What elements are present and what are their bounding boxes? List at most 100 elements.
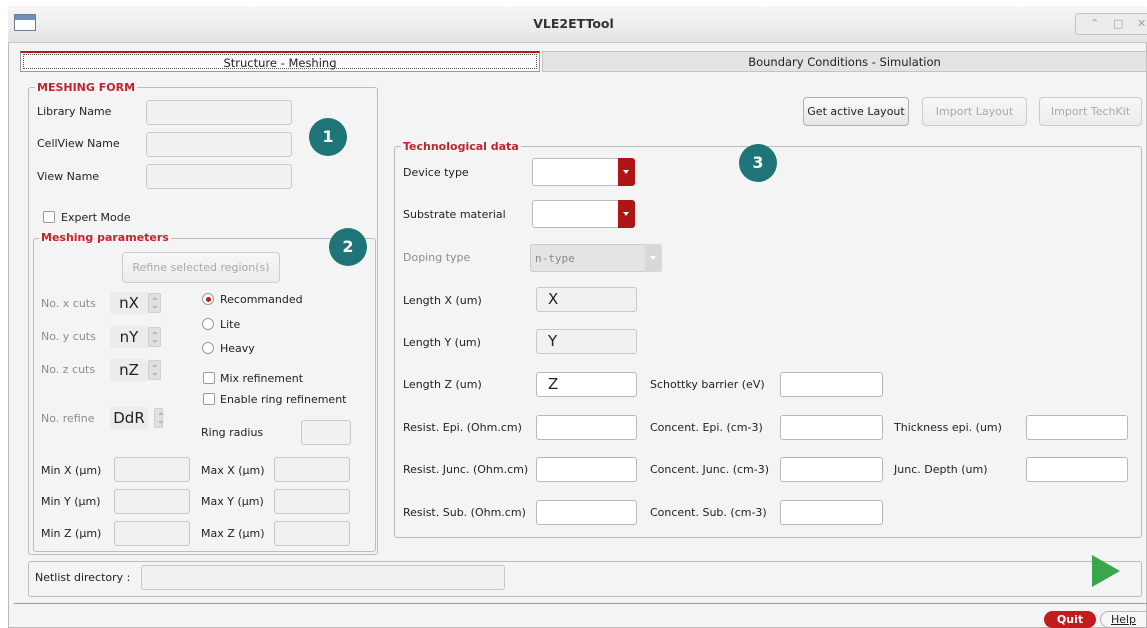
radio-lite[interactable]	[202, 318, 214, 330]
radio-lite-label: Lite	[220, 318, 241, 331]
refine-value[interactable]: DdR	[110, 407, 148, 429]
max-y-input[interactable]	[274, 489, 350, 514]
length-y-value: Y	[548, 332, 558, 350]
max-z-label: Max Z (µm)	[201, 527, 265, 540]
substrate-material-label: Substrate material	[403, 208, 506, 221]
tab-boundary-conditions[interactable]: Boundary Conditions - Simulation	[542, 51, 1147, 72]
maximize-icon[interactable]: ⌃	[1090, 17, 1099, 30]
length-z-label: Length Z (um)	[403, 378, 482, 391]
import-layout-button[interactable]: Import Layout	[922, 97, 1027, 126]
device-type-select[interactable]	[532, 158, 635, 186]
doping-type-value: n-type	[535, 252, 575, 265]
schottky-barrier-input[interactable]	[780, 372, 883, 397]
footer-divider	[14, 603, 1147, 604]
min-y-input[interactable]	[114, 489, 190, 514]
y-cuts-spinner[interactable]: nY	[110, 326, 164, 348]
y-cuts-label: No. y cuts	[41, 330, 96, 343]
z-cuts-value[interactable]: nZ	[110, 359, 148, 381]
concent-junc-label: Concent. Junc. (cm-3)	[650, 463, 770, 476]
spinner-arrows-icon[interactable]	[148, 293, 161, 313]
min-y-label: Min Y (µm)	[41, 495, 101, 508]
help-button[interactable]: Help	[1100, 611, 1147, 628]
import-techkit-button[interactable]: Import TechKit	[1039, 97, 1142, 126]
length-z-value: Z	[548, 375, 559, 393]
dropdown-arrow-icon[interactable]	[618, 158, 635, 186]
get-active-layout-button[interactable]: Get active Layout	[803, 97, 909, 126]
restore-icon[interactable]: □	[1113, 17, 1123, 30]
thickness-epi-input[interactable]	[1026, 415, 1128, 440]
view-name-input[interactable]	[146, 164, 292, 189]
radio-recommanded[interactable]	[202, 293, 214, 305]
x-cuts-spinner[interactable]: nX	[110, 292, 164, 314]
refine-selected-regions-button[interactable]: Refine selected region(s)	[122, 252, 280, 283]
netlist-directory-label: Netlist directory :	[35, 571, 131, 584]
meshing-form-legend: MESHING FORM	[35, 81, 138, 94]
length-x-value: X	[548, 290, 559, 308]
x-cuts-value[interactable]: nX	[110, 292, 148, 314]
max-z-input[interactable]	[274, 521, 350, 546]
max-x-label: Max X (µm)	[201, 464, 265, 477]
substrate-material-select[interactable]	[532, 200, 635, 228]
radio-heavy-label: Heavy	[220, 342, 255, 355]
library-name-label: Library Name	[37, 105, 112, 118]
netlist-directory-input[interactable]	[141, 565, 505, 590]
min-x-label: Min X (µm)	[41, 464, 102, 477]
annotation-badge-2: 2	[329, 228, 367, 266]
window-title: VLE2ETTool	[533, 16, 614, 31]
resist-sub-input[interactable]	[536, 500, 637, 525]
concent-epi-label: Concent. Epi. (cm-3)	[650, 421, 763, 434]
enable-ring-refinement-checkbox[interactable]	[203, 393, 215, 405]
cellview-name-input[interactable]	[146, 132, 292, 157]
x-cuts-label: No. x cuts	[41, 297, 96, 310]
ring-radius-label: Ring radius	[201, 426, 264, 439]
resist-sub-label: Resist. Sub. (Ohm.cm)	[403, 506, 526, 519]
close-icon[interactable]: ✕	[1137, 17, 1146, 30]
no-refine-label: No. refine	[41, 412, 95, 425]
tab-structure-meshing[interactable]: Structure - Meshing	[20, 51, 540, 72]
concent-sub-label: Concent. Sub. (cm-3)	[650, 506, 767, 519]
resist-epi-input[interactable]	[536, 415, 637, 440]
dropdown-arrow-icon[interactable]	[618, 200, 635, 228]
run-play-icon[interactable]	[1092, 555, 1120, 587]
junc-depth-input[interactable]	[1026, 457, 1128, 482]
concent-epi-input[interactable]	[780, 415, 883, 440]
concent-junc-input[interactable]	[780, 457, 883, 482]
junc-depth-label: Junc. Depth (um)	[894, 463, 988, 476]
resist-junc-label: Resist. Junc. (Ohm.cm)	[403, 463, 529, 476]
ring-radius-input[interactable]	[301, 420, 351, 445]
quit-button[interactable]: Quit	[1044, 611, 1096, 628]
refine-spinner[interactable]: DdR	[110, 407, 164, 429]
dropdown-arrow-icon[interactable]	[645, 244, 662, 272]
radio-heavy[interactable]	[202, 342, 214, 354]
length-x-input[interactable]: X	[536, 287, 637, 312]
expert-mode-checkbox[interactable]	[43, 211, 55, 223]
max-x-input[interactable]	[274, 457, 350, 482]
length-x-label: Length X (um)	[403, 294, 482, 307]
device-type-label: Device type	[403, 166, 469, 179]
resist-epi-label: Resist. Epi. (Ohm.cm)	[403, 421, 522, 434]
spinner-arrows-icon[interactable]	[148, 327, 161, 347]
mix-refinement-checkbox[interactable]	[203, 372, 215, 384]
length-y-input[interactable]: Y	[536, 329, 637, 354]
spinner-arrows-icon[interactable]	[154, 408, 164, 428]
thickness-epi-label: Thickness epi. (um)	[894, 421, 1002, 434]
annotation-badge-3: 3	[739, 144, 777, 182]
doping-type-select[interactable]: n-type	[530, 244, 662, 272]
y-cuts-value[interactable]: nY	[110, 326, 148, 348]
library-name-input[interactable]	[146, 100, 292, 125]
schottky-barrier-label: Schottky barrier (eV)	[650, 378, 765, 391]
concent-sub-input[interactable]	[780, 500, 883, 525]
cellview-name-label: CellView Name	[37, 137, 120, 150]
annotation-badge-1: 1	[309, 118, 347, 156]
meshing-parameters-legend: Meshing parameters	[39, 231, 171, 244]
view-name-label: View Name	[37, 170, 100, 183]
length-z-input[interactable]: Z	[536, 372, 637, 397]
min-z-input[interactable]	[114, 521, 190, 546]
spinner-arrows-icon[interactable]	[148, 360, 161, 380]
resist-junc-input[interactable]	[536, 457, 637, 482]
max-y-label: Max Y (µm)	[201, 495, 264, 508]
z-cuts-label: No. z cuts	[41, 363, 96, 376]
doping-type-label: Doping type	[403, 251, 471, 264]
min-x-input[interactable]	[114, 457, 190, 482]
z-cuts-spinner[interactable]: nZ	[110, 359, 164, 381]
